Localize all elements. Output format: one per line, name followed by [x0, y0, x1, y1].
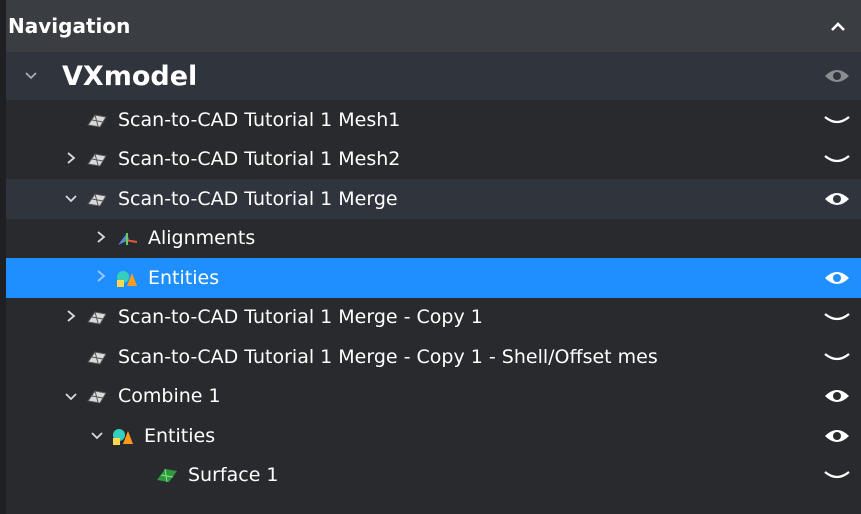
chevron-down-icon[interactable]	[24, 71, 44, 81]
chevron-right-icon[interactable]	[62, 308, 80, 327]
panel-title: Navigation	[8, 14, 131, 38]
eye-closed-icon	[824, 471, 850, 479]
mesh-icon	[84, 188, 110, 210]
tree-node-merge-copy-1[interactable]: Scan-to-CAD Tutorial 1 Merge - Copy 1	[6, 298, 861, 338]
visibility-toggle[interactable]	[823, 307, 851, 327]
eye-icon	[825, 70, 849, 82]
eye-closed-icon	[824, 155, 850, 163]
tree-node-alignments[interactable]: Alignments	[6, 219, 861, 259]
visibility-toggle[interactable]	[823, 426, 851, 446]
eye-closed-icon	[824, 352, 850, 360]
eye-icon	[825, 390, 849, 403]
visibility-toggle[interactable]	[823, 149, 851, 169]
eye-closed-icon	[824, 115, 850, 123]
entities-icon	[114, 267, 140, 289]
tree-node-combine-entities[interactable]: Entities	[6, 416, 861, 456]
chevron-down-icon[interactable]	[88, 426, 106, 445]
tree-node-label: Scan-to-CAD Tutorial 1 Mesh2	[118, 148, 401, 171]
visibility-toggle[interactable]	[823, 386, 851, 406]
eye-icon	[825, 271, 849, 284]
tree-node-label: Combine 1	[118, 385, 221, 408]
tree-node-label: VXmodel	[62, 60, 198, 92]
tree-node-merge[interactable]: Scan-to-CAD Tutorial 1 Merge	[6, 179, 861, 219]
tree-node-entities[interactable]: Entities	[6, 258, 861, 298]
panel-header: Navigation	[6, 0, 861, 52]
navigation-tree: VXmodel Scan-to-CAD Tutorial 1 Mesh1 Sca…	[6, 52, 861, 495]
tree-node-vxmodel[interactable]: VXmodel	[6, 52, 861, 100]
mesh-icon	[84, 385, 110, 407]
chevron-down-icon[interactable]	[62, 189, 80, 208]
tree-node-mesh1[interactable]: Scan-to-CAD Tutorial 1 Mesh1	[6, 100, 861, 140]
visibility-toggle[interactable]	[823, 465, 851, 485]
tree-node-label: Scan-to-CAD Tutorial 1 Merge - Copy 1	[118, 306, 483, 329]
visibility-toggle[interactable]	[823, 268, 851, 288]
visibility-toggle[interactable]	[823, 189, 851, 209]
tree-node-label: Surface 1	[188, 464, 279, 487]
visibility-toggle[interactable]	[823, 110, 851, 130]
tree-node-combine-1[interactable]: Combine 1	[6, 377, 861, 417]
collapse-panel-button[interactable]	[831, 16, 845, 37]
chevron-right-icon[interactable]	[62, 150, 80, 169]
alignment-icon	[114, 227, 140, 249]
navigation-panel: Navigation VXmodel Scan-to-CAD Tutorial …	[6, 0, 861, 514]
tree-node-label: Alignments	[148, 227, 256, 250]
eye-icon	[825, 192, 849, 205]
mesh-icon	[84, 109, 110, 131]
tree-node-shell-offset[interactable]: Scan-to-CAD Tutorial 1 Merge - Copy 1 - …	[6, 337, 861, 377]
mesh-icon	[84, 346, 110, 368]
eye-icon	[825, 429, 849, 442]
chevron-down-icon[interactable]	[62, 387, 80, 406]
mesh-icon	[84, 148, 110, 170]
tree-node-surface-1[interactable]: Surface 1	[6, 456, 861, 496]
entities-icon	[110, 425, 136, 447]
chevron-right-icon[interactable]	[92, 229, 110, 248]
eye-closed-icon	[824, 313, 850, 321]
tree-node-label: Scan-to-CAD Tutorial 1 Merge	[118, 187, 398, 210]
tree-node-label: Entities	[144, 424, 216, 447]
tree-node-label: Scan-to-CAD Tutorial 1 Merge - Copy 1 - …	[118, 345, 658, 368]
tree-node-mesh2[interactable]: Scan-to-CAD Tutorial 1 Mesh2	[6, 140, 861, 180]
visibility-toggle[interactable]	[823, 66, 851, 86]
surface-icon	[154, 464, 180, 486]
tree-node-label: Entities	[148, 266, 220, 289]
chevron-up-icon	[831, 21, 845, 31]
chevron-right-icon[interactable]	[92, 268, 110, 287]
mesh-icon	[84, 306, 110, 328]
tree-node-label: Scan-to-CAD Tutorial 1 Mesh1	[118, 108, 401, 131]
visibility-toggle[interactable]	[823, 347, 851, 367]
